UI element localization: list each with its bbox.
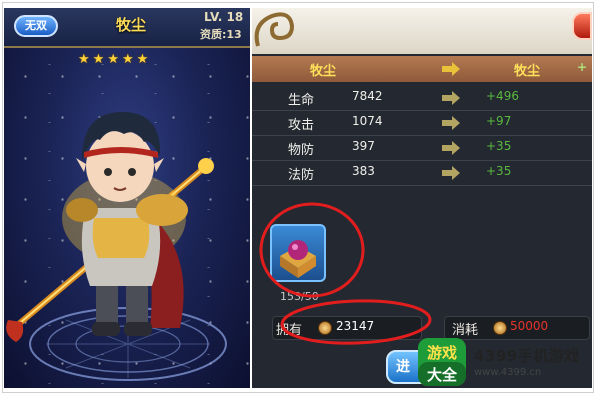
youxi-daquan-logo: 游戏 大全 xyxy=(418,338,466,386)
logo-text-bottom: 大全 xyxy=(427,366,458,384)
hero-panel: 无双 牧尘 LV. 18 资质:13 ★ ★ ★ ★ ★ xyxy=(4,8,250,388)
stat-row-hp: 生命 7842 +496 xyxy=(252,86,592,111)
stat-label: 物防 xyxy=(288,143,315,158)
material-count: 153/50 xyxy=(280,290,319,303)
coin-icon xyxy=(318,321,332,335)
arrow-right-icon xyxy=(442,91,460,105)
stat-row-attack: 攻击 1074 +97 xyxy=(252,111,592,136)
arrow-right-icon xyxy=(442,141,460,155)
stat-label: 生命 xyxy=(288,93,315,108)
panel-title-strip xyxy=(252,8,592,54)
hero-name: 牧尘 xyxy=(115,16,146,34)
stat-value: 397 xyxy=(352,139,375,153)
coin-icon xyxy=(493,321,507,335)
hero-character-mu-chen[interactable] xyxy=(4,68,250,358)
star-icon: ★ xyxy=(121,52,134,67)
next-hero-label: 牧尘 xyxy=(514,64,541,79)
stat-bonus: +35 xyxy=(486,164,512,178)
arrow-right-icon xyxy=(442,62,460,76)
upgrade-material-slot[interactable] xyxy=(270,224,326,282)
owned-gold-value: 23147 xyxy=(336,319,375,333)
stat-row-magic-defense: 法防 383 +35 xyxy=(252,161,592,186)
arrow-right-icon xyxy=(442,166,460,180)
owned-label: 拥有 xyxy=(276,323,303,338)
stat-bonus: +496 xyxy=(486,89,519,103)
close-button[interactable] xyxy=(572,12,592,40)
stat-label: 法防 xyxy=(288,168,315,183)
next-hero-plus: + xyxy=(577,60,588,74)
logo-text-top: 游戏 xyxy=(427,344,457,362)
current-hero-label: 牧尘 xyxy=(310,64,337,79)
stat-value: 383 xyxy=(352,164,375,178)
game-screen: 无双 牧尘 LV. 18 资质:13 ★ ★ ★ ★ ★ 牧尘 牧尘 + 生命 … xyxy=(0,0,596,395)
watermark-brand: 4399手机游戏 xyxy=(474,347,580,365)
cost-gold-value: 50000 xyxy=(510,319,549,333)
stat-bonus: +35 xyxy=(486,139,512,153)
watermark-url: www.4399.cn xyxy=(474,367,542,378)
stat-row-physical-defense: 物防 397 +35 xyxy=(252,136,592,161)
star-icon: ★ xyxy=(136,52,149,67)
star-icon: ★ xyxy=(92,52,105,67)
upgrade-panel: 牧尘 牧尘 + 生命 7842 +496 攻击 1074 +97 物防 397 … xyxy=(252,8,592,388)
treasure-box-icon xyxy=(280,240,316,278)
star-icon: ★ xyxy=(107,52,119,67)
compare-header: 牧尘 牧尘 + xyxy=(252,56,592,82)
wushuang-mode-button[interactable]: 无双 xyxy=(14,15,58,37)
ornament-swirl-icon xyxy=(254,12,295,47)
hero-star-rating: ★ ★ ★ ★ ★ xyxy=(78,52,148,67)
hero-aptitude: 资质:13 xyxy=(200,28,242,41)
site-watermark: 游戏 大全 4399手机游戏 www.4399.cn xyxy=(416,336,592,388)
hero-level: LV. 18 xyxy=(204,10,244,24)
star-icon: ★ xyxy=(78,52,90,67)
stat-value: 7842 xyxy=(352,89,383,103)
arrow-right-icon xyxy=(442,116,460,130)
stat-label: 攻击 xyxy=(288,118,315,133)
stat-bonus: +97 xyxy=(486,114,512,128)
stat-value: 1074 xyxy=(352,114,383,128)
